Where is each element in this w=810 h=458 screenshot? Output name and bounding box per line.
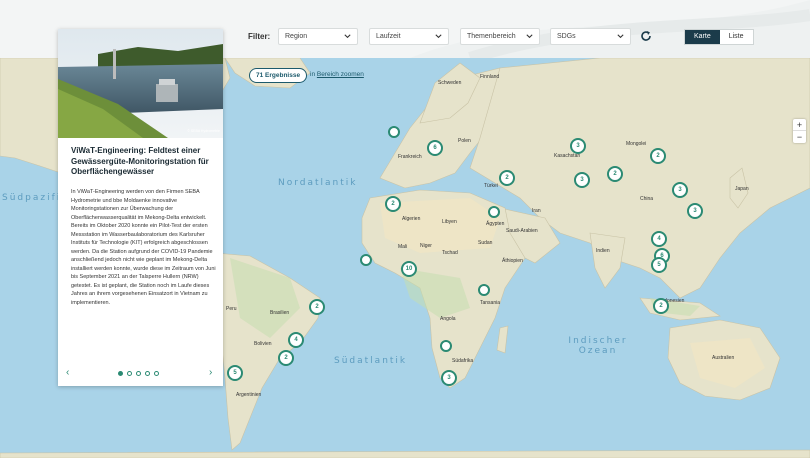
ocean-label: Indischer Ozean	[568, 336, 628, 356]
chevron-down-icon	[435, 34, 442, 39]
place-label: Indien	[596, 248, 610, 254]
zoom-hint-link: Bereich zoomen	[316, 71, 364, 78]
zoom-hint-prefix: in	[310, 71, 316, 78]
project-marker[interactable]	[478, 284, 490, 296]
pagination-dot[interactable]	[145, 371, 150, 376]
project-marker[interactable]	[440, 340, 452, 352]
place-label: Türkei	[484, 183, 498, 189]
chevron-down-icon	[344, 34, 351, 39]
place-label: Peru	[226, 306, 237, 312]
project-cluster-marker[interactable]: 4	[651, 231, 667, 247]
project-cluster-marker[interactable]: 3	[687, 203, 703, 219]
place-label: Ägypten	[486, 221, 505, 227]
themenbereich-select[interactable]: Themenbereich	[460, 28, 540, 45]
zoom-in-button[interactable]: +	[793, 119, 806, 131]
results-count-badge[interactable]: 71 Ergebnisse	[249, 68, 308, 83]
zoom-control: + −	[793, 119, 806, 143]
sdgs-select[interactable]: SDGs	[550, 28, 631, 45]
place-label: Bolivien	[254, 341, 272, 347]
pagination-dot[interactable]	[118, 371, 123, 376]
river-photo	[58, 29, 223, 138]
project-cluster-marker[interactable]: 10	[401, 261, 417, 277]
pagination-dot[interactable]	[154, 371, 159, 376]
region-select[interactable]: Region	[278, 28, 358, 45]
place-label: Niger	[420, 243, 432, 249]
ocean-label: Südatlantik	[334, 356, 408, 366]
list-view-button[interactable]: Liste	[720, 30, 753, 44]
reset-filter-icon[interactable]	[640, 30, 652, 42]
place-label: Iran	[532, 208, 541, 214]
view-toggle: Karte Liste	[684, 29, 754, 45]
project-cluster-marker[interactable]: 4	[288, 332, 304, 348]
place-label: Tschad	[442, 250, 458, 256]
project-cluster-marker[interactable]: 3	[672, 182, 688, 198]
project-cluster-marker[interactable]: 5	[651, 257, 667, 273]
project-marker[interactable]	[488, 206, 500, 218]
map-view-button[interactable]: Karte	[685, 30, 720, 44]
place-label: Argentinien	[236, 392, 262, 398]
place-label: Frankreich	[398, 154, 422, 160]
project-cluster-marker[interactable]: 2	[278, 350, 294, 366]
place-label: Südafrika	[452, 358, 474, 364]
place-label: Saudi-Arabien	[506, 228, 538, 234]
project-cluster-marker[interactable]: 2	[653, 298, 669, 314]
place-label: Polen	[458, 138, 471, 144]
project-image: © SEBA Hydrometrie	[58, 29, 223, 138]
laufzeit-select[interactable]: Laufzeit	[369, 28, 449, 45]
next-project-button[interactable]: ›	[209, 367, 212, 378]
project-cluster-marker[interactable]: 2	[385, 196, 401, 212]
chevron-down-icon	[526, 34, 533, 39]
project-cluster-marker[interactable]: 2	[499, 170, 515, 186]
card-pagination: ‹ ›	[58, 367, 223, 381]
project-cluster-marker[interactable]: 3	[441, 370, 457, 386]
place-label: Äthiopien	[502, 258, 523, 264]
place-label: Mongolei	[626, 141, 647, 147]
project-cluster-marker[interactable]: 2	[607, 166, 623, 182]
chevron-down-icon	[617, 34, 624, 39]
project-title: ViWaT-Engineering: Feldtest einer Gewäss…	[71, 146, 209, 176]
previous-project-button[interactable]: ‹	[66, 367, 69, 378]
project-detail-card: © SEBA Hydrometrie ViWaT-Engineering: Fe…	[58, 29, 223, 386]
themenbereich-select-label: Themenbereich	[467, 33, 516, 40]
project-cluster-marker[interactable]: 3	[570, 138, 586, 154]
project-cluster-marker[interactable]: 5	[227, 365, 243, 381]
place-label: Algerien	[402, 216, 421, 222]
place-label: Angola	[440, 316, 456, 322]
project-marker[interactable]	[360, 254, 372, 266]
project-marker[interactable]	[388, 126, 400, 138]
region-select-label: Region	[285, 33, 308, 40]
zoom-out-button[interactable]: −	[793, 131, 806, 143]
place-label: China	[640, 196, 654, 202]
image-credit: © SEBA Hydrometrie	[187, 129, 220, 133]
zoom-to-area-link[interactable]: in Bereich zoomen	[310, 71, 364, 78]
place-label: Sudan	[478, 240, 493, 246]
pagination-dots	[118, 371, 159, 376]
filter-label: Filter:	[248, 32, 271, 41]
project-cluster-marker[interactable]: 2	[309, 299, 325, 315]
project-cluster-marker[interactable]: 2	[650, 148, 666, 164]
place-label: Australien	[712, 355, 735, 361]
place-label: Libyen	[442, 219, 457, 225]
place-label: Tansania	[480, 300, 501, 306]
project-description: In ViWaT-Engineering werden von den Firm…	[71, 189, 216, 306]
pagination-dot[interactable]	[127, 371, 132, 376]
place-label: Japan	[735, 186, 749, 192]
place-label: Brasilien	[270, 310, 290, 316]
place-label: Mali	[398, 244, 408, 250]
project-cluster-marker[interactable]: 6	[427, 140, 443, 156]
place-label: Finnland	[480, 74, 500, 80]
laufzeit-select-label: Laufzeit	[376, 33, 401, 40]
project-cluster-marker[interactable]: 3	[574, 172, 590, 188]
sdgs-select-label: SDGs	[557, 33, 576, 40]
place-label: Schweden	[438, 80, 462, 86]
pagination-dot[interactable]	[136, 371, 141, 376]
ocean-label: Nordatlantik	[278, 178, 358, 188]
